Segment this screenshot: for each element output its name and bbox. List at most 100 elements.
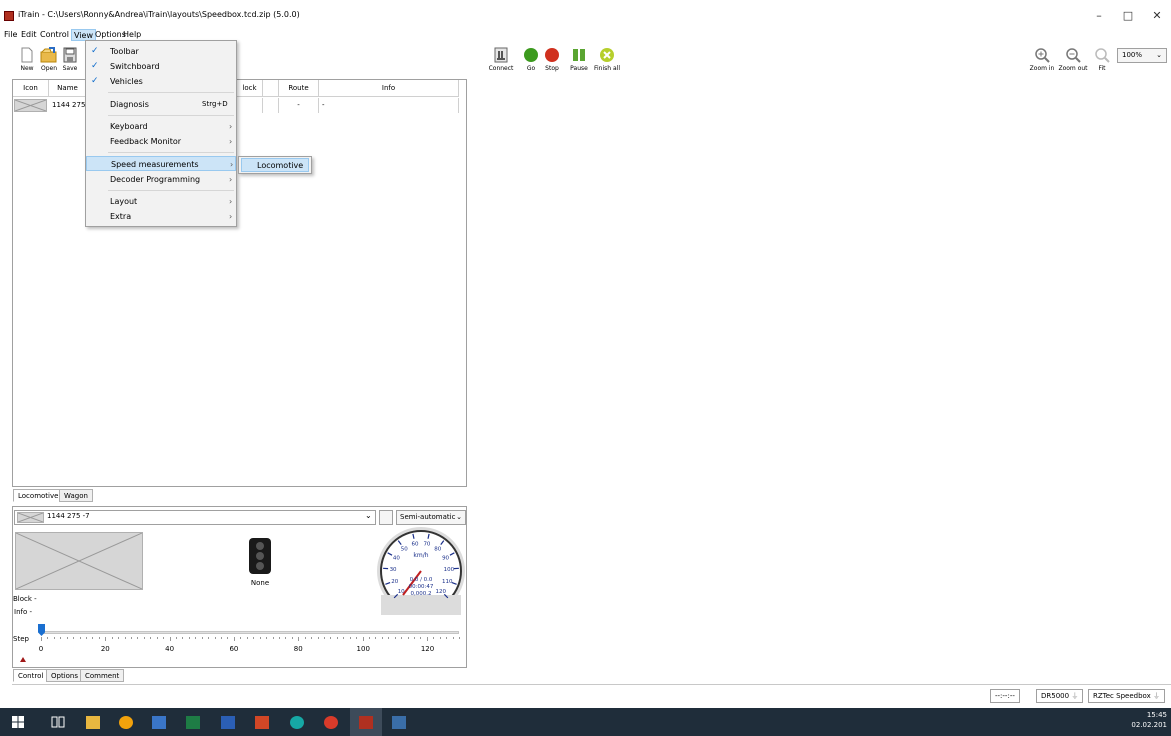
title-bar: iTrain - C:\Users\Ronny&Andrea\iTrain\la… — [0, 0, 1171, 26]
loco-select[interactable]: 1144 275 -7 ⌄ — [14, 510, 376, 525]
row-block — [237, 98, 263, 113]
collapse-arrow-icon[interactable] — [20, 657, 26, 662]
col-block[interactable]: lock — [237, 80, 263, 97]
col-spacer — [263, 80, 279, 97]
itrain-taskbar-active[interactable] — [350, 708, 382, 736]
tab-comment[interactable]: Comment — [80, 669, 125, 682]
tab-wagon[interactable]: Wagon — [59, 489, 93, 502]
block-label: Block — [13, 595, 32, 603]
chevron-right-icon: › — [229, 137, 233, 146]
loco-thumbnail-icon — [14, 99, 47, 112]
step-slider-thumb[interactable] — [38, 624, 45, 636]
zoom-out-button[interactable]: Zoom out — [1058, 47, 1088, 72]
speedometer: 102030405060 708090100110120 km/h 0.0 / 0… — [377, 527, 465, 615]
pause-icon — [573, 49, 585, 61]
step-tick — [420, 637, 422, 639]
go-button[interactable]: Go — [523, 47, 539, 72]
step-tick — [240, 637, 242, 639]
zoom-select[interactable]: 100% ⌄ — [1117, 48, 1167, 63]
col-info[interactable]: Info — [319, 80, 459, 97]
word-icon[interactable] — [221, 716, 235, 729]
arduino-icon[interactable] — [290, 716, 304, 729]
step-tick — [311, 637, 313, 639]
powerpoint-icon[interactable] — [255, 716, 269, 729]
step-tick-label: 100 — [356, 645, 370, 653]
step-tick — [105, 637, 107, 641]
view-menu-keyboard[interactable]: Keyboard › — [86, 119, 236, 134]
save-icon — [63, 47, 77, 63]
open-button[interactable]: Open — [38, 47, 60, 72]
step-tick — [60, 637, 62, 639]
app-icon-blue[interactable] — [392, 716, 406, 729]
step-tick — [131, 637, 133, 639]
col-icon[interactable]: Icon — [13, 80, 49, 97]
dr5000-label: DR5000 — [1041, 692, 1070, 700]
save-button[interactable]: Save — [61, 47, 79, 72]
view-menu-decoder-programming[interactable]: Decoder Programming › — [86, 172, 236, 187]
step-tick-label: 80 — [293, 645, 303, 653]
zoom-in-button[interactable]: Zoom in — [1027, 47, 1057, 72]
chevron-right-icon: › — [230, 160, 234, 169]
maximize-button[interactable]: □ — [1113, 6, 1143, 26]
speedo-scale-label: 30 — [390, 567, 397, 573]
step-label: Step — [13, 635, 29, 643]
step-tick — [426, 637, 428, 641]
finish-all-button[interactable]: Finish all — [592, 47, 622, 72]
chevron-right-icon: › — [229, 197, 233, 206]
finish-all-label: Finish all — [594, 65, 620, 72]
app-icon-red[interactable] — [324, 716, 338, 729]
status-speedbox[interactable]: RZTec Speedbox ⏚ — [1088, 689, 1165, 703]
submenu-locomotive[interactable]: Locomotive — [241, 158, 309, 172]
view-menu-speed-measurements[interactable]: Speed measurements › — [86, 156, 236, 171]
tab-locomotive[interactable]: Locomotive — [13, 489, 64, 502]
view-menu-switchboard[interactable]: ✓ Switchboard — [86, 59, 236, 74]
step-slider-track[interactable] — [41, 631, 459, 634]
view-menu-diagnosis[interactable]: Diagnosis Strg+D — [86, 97, 236, 112]
step-tick-label: 20 — [100, 645, 110, 653]
windows-start-icon[interactable] — [12, 716, 24, 728]
file-explorer-icon[interactable] — [86, 716, 100, 729]
view-menu-layout[interactable]: Layout › — [86, 194, 236, 209]
tab-options[interactable]: Options — [46, 669, 84, 682]
excel-icon[interactable] — [186, 716, 200, 729]
mode-toggle[interactable] — [379, 510, 393, 525]
info-value: - — [29, 608, 33, 616]
menu-separator — [108, 115, 234, 116]
chrome-icon[interactable] — [119, 716, 133, 729]
fit-icon — [1095, 48, 1110, 63]
step-tick — [381, 637, 383, 639]
finish-all-icon — [600, 48, 614, 62]
view-menu-feedback-monitor[interactable]: Feedback Monitor › — [86, 134, 236, 149]
pause-button[interactable]: Pause — [568, 47, 590, 72]
view-menu-extra[interactable]: Extra › — [86, 209, 236, 224]
outlook-icon[interactable] — [152, 716, 166, 729]
stop-button[interactable]: Stop — [543, 47, 561, 72]
step-tick — [446, 637, 448, 639]
speedo-scale-label: 40 — [393, 556, 400, 562]
window-title: iTrain - C:\Users\Ronny&Andrea\iTrain\la… — [18, 10, 300, 19]
close-button[interactable]: ✕ — [1142, 6, 1171, 26]
menu-file[interactable]: File — [2, 29, 19, 41]
stop-icon — [545, 48, 559, 62]
col-route[interactable]: Route — [279, 80, 319, 97]
step-tick — [285, 637, 287, 639]
minimize-button[interactable]: – — [1084, 6, 1114, 26]
status-dr5000[interactable]: DR5000 ⏚ — [1036, 689, 1084, 703]
view-menu-vehicles[interactable]: ✓ Vehicles — [86, 74, 236, 89]
mode-select[interactable]: Semi-automatic ⌄ — [396, 510, 466, 525]
speedo-scale-label: 80 — [434, 547, 441, 553]
new-button[interactable]: New — [18, 47, 36, 72]
step-tick — [439, 637, 441, 639]
menu-edit[interactable]: Edit — [19, 29, 39, 41]
fit-button[interactable]: Fit — [1094, 47, 1110, 72]
connect-button[interactable]: Connect — [486, 47, 516, 72]
task-view-icon[interactable] — [51, 716, 65, 728]
view-menu-toolbar[interactable]: ✓ Toolbar — [86, 44, 236, 59]
status-time: --:--:-- — [990, 689, 1020, 703]
menu-control[interactable]: Control — [38, 29, 71, 41]
step-tick — [176, 637, 178, 639]
tab-control[interactable]: Control — [13, 669, 49, 682]
col-name[interactable]: Name — [49, 80, 87, 97]
step-tick — [98, 637, 100, 639]
step-tick-label: 40 — [165, 645, 175, 653]
